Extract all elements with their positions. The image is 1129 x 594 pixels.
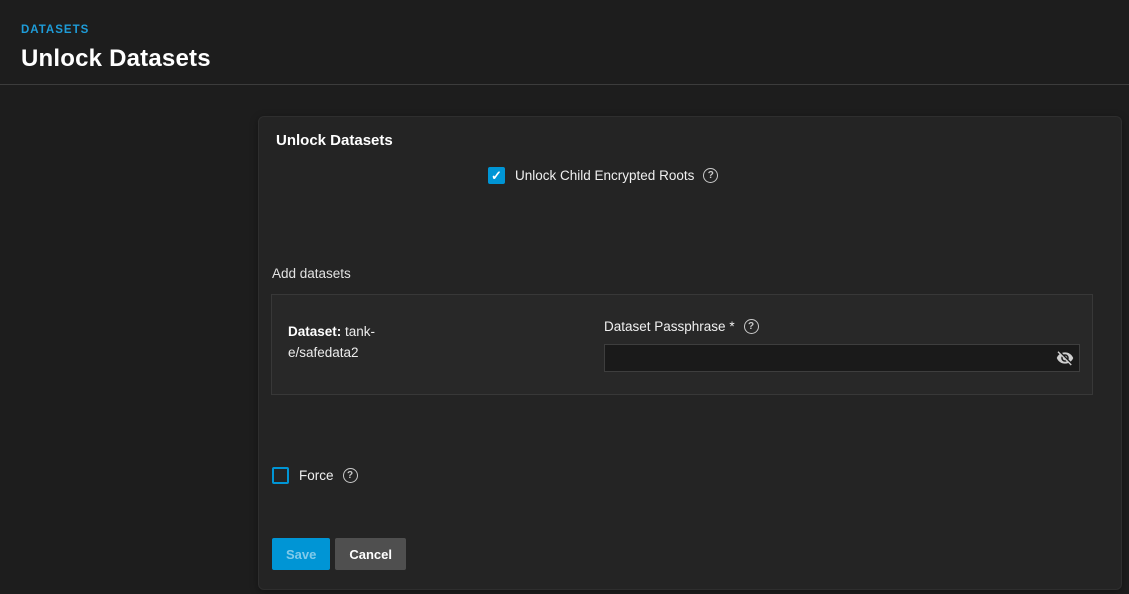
help-icon[interactable]: ? (703, 168, 718, 183)
toggle-password-visibility-icon[interactable] (1056, 349, 1074, 367)
dataset-label: Dataset: (288, 324, 341, 339)
button-row: Save Cancel (272, 538, 406, 570)
help-icon[interactable]: ? (343, 468, 358, 483)
passphrase-label: Dataset Passphrase * (604, 319, 735, 334)
check-icon: ✓ (491, 169, 502, 182)
save-button[interactable]: Save (272, 538, 330, 570)
checkbox-box[interactable]: ✓ (488, 167, 505, 184)
page-title: Unlock Datasets (21, 45, 1129, 73)
unlock-child-encrypted-roots-checkbox[interactable]: ✓ Unlock Child Encrypted Roots ? (488, 167, 718, 184)
force-checkbox[interactable]: ✓ Force ? (272, 467, 358, 484)
checkbox-box[interactable]: ✓ (272, 467, 289, 484)
help-icon[interactable]: ? (744, 319, 759, 334)
unlock-datasets-card: Unlock Datasets ✓ Unlock Child Encrypted… (258, 116, 1122, 590)
dataset-info: Dataset: tank-e/safedata2 (288, 321, 396, 363)
passphrase-input[interactable] (604, 344, 1080, 372)
dataset-panel: Dataset: tank-e/safedata2 Dataset Passph… (271, 294, 1093, 395)
add-datasets-label: Add datasets (272, 266, 351, 281)
unlock-child-label: Unlock Child Encrypted Roots (515, 168, 694, 183)
page-header: DATASETS Unlock Datasets (0, 0, 1129, 85)
breadcrumb[interactable]: DATASETS (21, 24, 89, 36)
passphrase-input-wrap (604, 344, 1080, 372)
passphrase-label-row: Dataset Passphrase * ? (604, 319, 1080, 334)
force-label: Force (299, 468, 334, 483)
card-title: Unlock Datasets (276, 132, 393, 149)
cancel-button[interactable]: Cancel (335, 538, 406, 570)
passphrase-column: Dataset Passphrase * ? (604, 319, 1080, 372)
